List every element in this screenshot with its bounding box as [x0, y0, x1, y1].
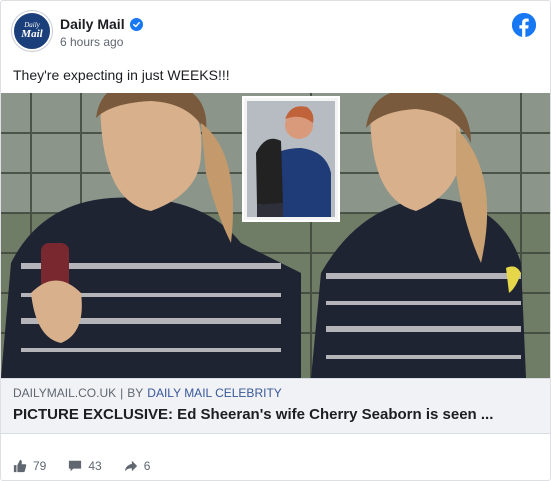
- verified-badge-icon: [129, 17, 143, 31]
- post-message: They're expecting in just WEEKS!!!: [13, 67, 230, 83]
- post-timestamp[interactable]: 6 hours ago: [60, 35, 123, 49]
- page-name-text: Daily Mail: [60, 16, 125, 32]
- link-separator: |: [120, 386, 124, 400]
- engagement-bar: 79 43 6: [13, 459, 172, 473]
- inset-photo: [242, 96, 340, 222]
- post-image[interactable]: [1, 93, 550, 378]
- comment-bubble-icon: [69, 460, 82, 472]
- share-count: 6: [143, 459, 151, 473]
- link-by-prefix: BY: [127, 386, 144, 400]
- facebook-post-card: Daily Mail Daily Mail 6 hours ago They'r…: [0, 0, 551, 481]
- link-domain: DAILYMAIL.CO.UK: [13, 386, 117, 400]
- share-arrow-icon: [124, 460, 137, 472]
- avatar-line-2: Mail: [21, 28, 43, 40]
- comment-stat[interactable]: 43: [68, 459, 102, 473]
- facebook-logo-icon[interactable]: [512, 13, 536, 37]
- comment-count: 43: [88, 459, 102, 473]
- thumbs-up-icon: [13, 459, 27, 473]
- post-header: Daily Mail Daily Mail 6 hours ago: [1, 1, 550, 57]
- like-count: 79: [33, 459, 47, 473]
- page-avatar[interactable]: Daily Mail: [12, 11, 52, 51]
- like-stat[interactable]: 79: [13, 459, 46, 473]
- link-author[interactable]: DAILY MAIL CELEBRITY: [147, 386, 282, 400]
- page-name-link[interactable]: Daily Mail: [60, 16, 143, 32]
- share-stat[interactable]: 6: [124, 459, 151, 473]
- link-title[interactable]: PICTURE EXCLUSIVE: Ed Sheeran's wife Che…: [13, 406, 538, 423]
- photo-collage: [1, 93, 550, 378]
- link-preview[interactable]: DAILYMAIL.CO.UK | BY DAILY MAIL CELEBRIT…: [1, 378, 550, 434]
- link-meta: DAILYMAIL.CO.UK | BY DAILY MAIL CELEBRIT…: [13, 386, 538, 400]
